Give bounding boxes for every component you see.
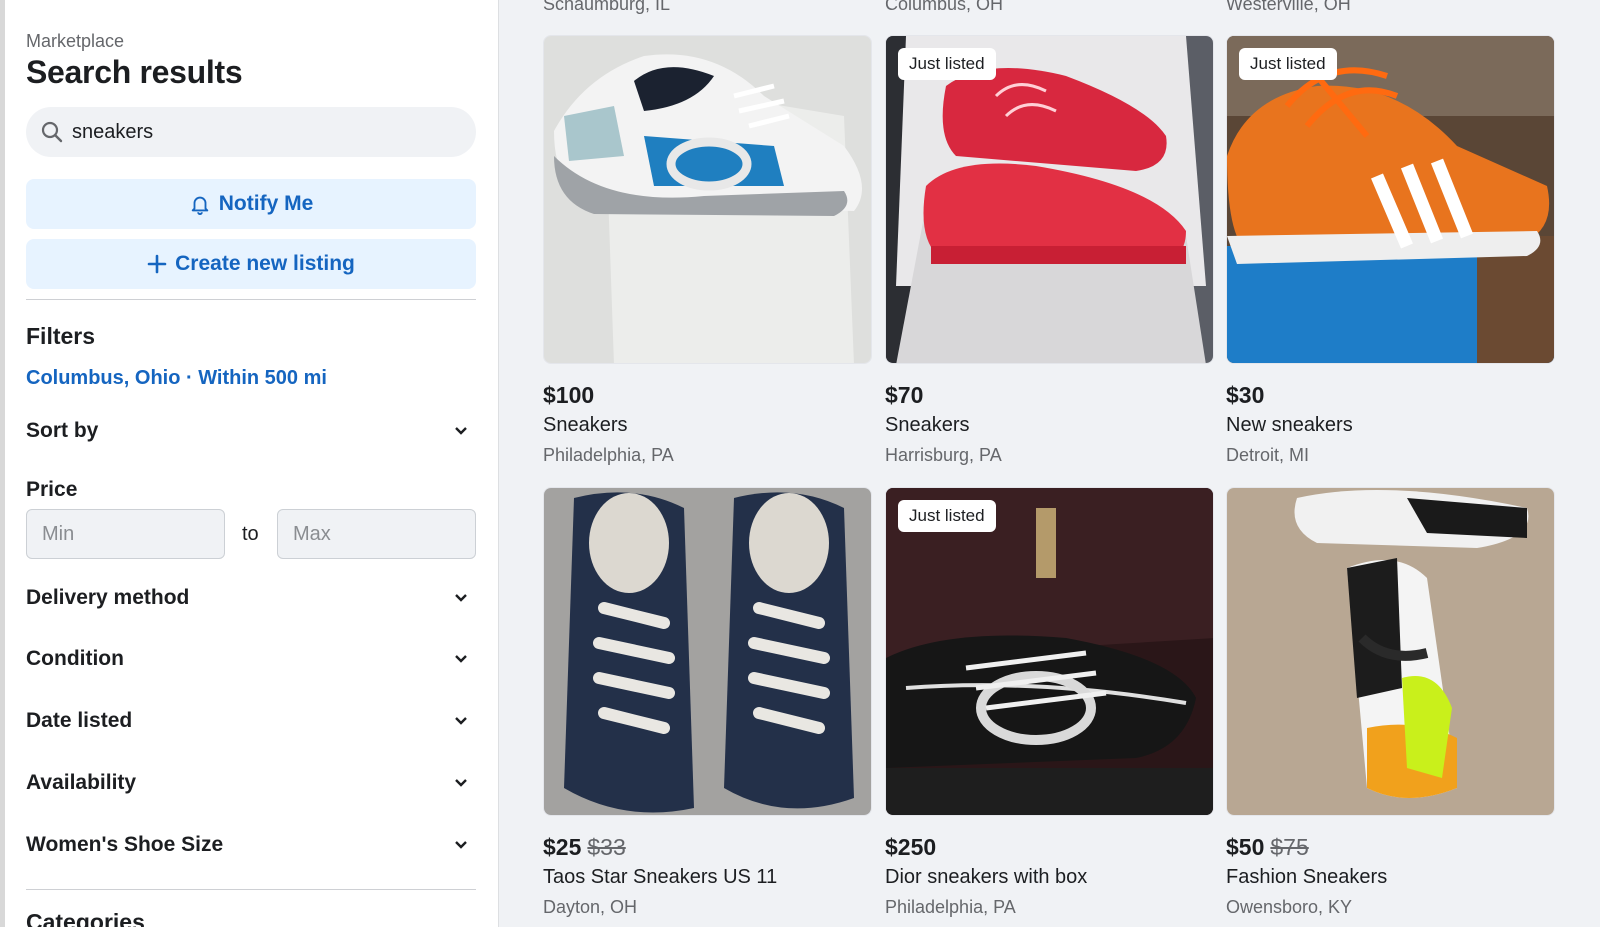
divider [26,299,476,300]
listing-title: Fashion Sneakers [1226,866,1388,888]
delivery-method-label: Delivery method [26,586,190,609]
listing-title: Dior sneakers with box [885,866,1088,888]
listing-price: $50 $75 [1226,834,1309,860]
listing-title: New sneakers [1226,414,1353,436]
listing-image[interactable]: Just listed [1226,35,1555,364]
price-min-input[interactable]: Min [26,509,225,559]
chevron-down-icon [446,583,476,613]
listing-card[interactable]: $25 $33 Taos Star Sneakers US 11 Dayton, … [543,487,872,918]
just-listed-badge: Just listed [1239,48,1337,80]
plus-icon [147,254,167,274]
listing-card[interactable]: Just listed $70 Sneakers Harrisburg, PA [885,35,1214,466]
listing-image[interactable] [1226,487,1555,816]
availability-label: Availability [26,771,137,794]
listing-image[interactable]: Just listed [885,35,1214,364]
chevron-down-icon [446,706,476,736]
listing-location: Schaumburg, IL [543,0,671,14]
date-listed-label: Date listed [26,709,133,732]
search-input[interactable]: sneakers [26,107,476,157]
chevron-down-icon [446,830,476,860]
location-filter-link[interactable]: Columbus, Ohio · Within 500 mi [26,367,327,390]
condition-dropdown[interactable]: Condition [26,644,476,674]
availability-dropdown[interactable]: Availability [26,768,476,798]
listing-location: Owensboro, KY [1226,897,1353,917]
notify-me-label: Notify Me [218,192,314,215]
listing-price: $30 [1226,382,1265,408]
sort-by-label: Sort by [26,419,99,442]
listings-grid: Schaumburg, IL Columbus, OH Westerville,… [499,0,1600,927]
listing-card[interactable]: Just listed $30 New sneakers Detroit, MI [1226,35,1555,466]
listing-title: Sneakers [543,414,628,436]
listing-location: Detroit, MI [1226,445,1310,465]
search-icon [41,121,63,143]
original-price: $75 [1270,834,1309,860]
listing-location: Philadelphia, PA [885,897,1016,917]
page-title: Search results [26,54,243,90]
listing-location: Philadelphia, PA [543,445,674,465]
shoe-size-label: Women's Shoe Size [26,833,224,856]
listing-location: Columbus, OH [885,0,1004,14]
divider [26,889,476,890]
chevron-down-icon [446,768,476,798]
just-listed-badge: Just listed [898,48,996,80]
listing-location: Harrisburg, PA [885,445,1002,465]
listing-price: $100 [543,382,595,408]
listing-price: $70 [885,382,924,408]
listing-card[interactable]: $50 $75 Fashion Sneakers Owensboro, KY [1226,487,1555,918]
sidebar: Marketplace Search results sneakers Noti… [5,0,499,927]
create-listing-label: Create new listing [175,252,355,275]
price-max-input[interactable]: Max [277,509,476,559]
listing-image[interactable] [543,35,872,364]
chevron-down-icon [446,416,476,446]
listing-image[interactable] [543,487,872,816]
listing-location: Westerville, OH [1226,0,1351,14]
listing-title: Taos Star Sneakers US 11 [543,866,778,888]
filters-heading: Filters [26,323,96,349]
bell-icon [191,196,208,215]
listing-card[interactable]: $100 Sneakers Philadelphia, PA [543,35,872,466]
listing-image[interactable]: Just listed [885,487,1214,816]
delivery-method-dropdown[interactable]: Delivery method [26,583,476,613]
original-price: $33 [587,834,626,860]
search-value: sneakers [72,120,154,143]
condition-label: Condition [26,647,124,670]
just-listed-badge: Just listed [898,500,996,532]
sort-by-dropdown[interactable]: Sort by [26,416,476,446]
notify-me-button[interactable]: Notify Me [26,179,476,229]
price-to-label: to [242,523,259,545]
listing-title: Sneakers [885,414,970,436]
marketplace-label: Marketplace [26,31,125,51]
listing-price: $250 [885,834,937,860]
listing-location: Dayton, OH [543,897,638,917]
listing-card[interactable]: Just listed $250 Dior sneakers with box … [885,487,1214,918]
listing-price: $25 $33 [543,834,626,860]
chevron-down-icon [446,644,476,674]
date-listed-dropdown[interactable]: Date listed [26,706,476,736]
shoe-size-dropdown[interactable]: Women's Shoe Size [26,830,476,860]
create-listing-button[interactable]: Create new listing [26,239,476,289]
categories-heading: Categories [26,909,145,927]
price-label: Price [26,478,78,501]
